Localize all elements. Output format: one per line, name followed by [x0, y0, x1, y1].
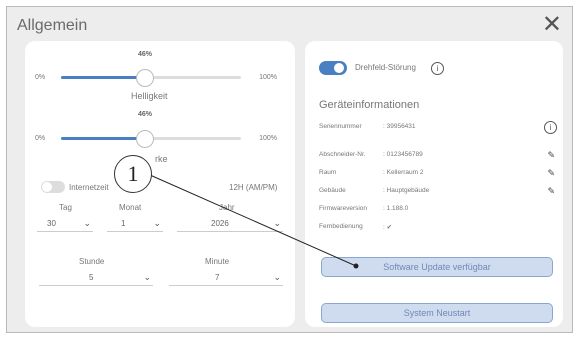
- general-settings-panel: 46% 0% 100% Helligkeit 46% 0% 100% rke I…: [25, 41, 295, 327]
- month-select[interactable]: 1 ⌄: [107, 218, 163, 232]
- info-row: Fernbedienung : ✔: [319, 223, 555, 235]
- volume-track[interactable]: [61, 130, 241, 148]
- volume-percent: 46%: [138, 111, 153, 118]
- hour-value: 5: [89, 273, 94, 282]
- chevron-down-icon: ⌄: [83, 218, 91, 228]
- hour-label: Stunde: [79, 257, 105, 266]
- time-format: 12H (AM/PM): [229, 183, 278, 192]
- minute-value: 7: [215, 273, 220, 282]
- internet-time-toggle[interactable]: [41, 181, 65, 193]
- info-icon[interactable]: i: [544, 121, 557, 134]
- brightness-min: 0%: [35, 74, 46, 81]
- volume-fill: [61, 137, 144, 140]
- year-label: Jahr: [219, 203, 235, 212]
- volume-min: 0%: [35, 135, 46, 142]
- chevron-down-icon: ⌄: [143, 272, 151, 282]
- info-icon[interactable]: i: [431, 62, 444, 75]
- info-value: : Hauptgebäude: [383, 187, 430, 194]
- volume-thumb[interactable]: [135, 130, 154, 148]
- device-info-title: Geräteinformationen: [319, 99, 420, 111]
- serial-value: : 39956431: [383, 123, 416, 130]
- month-label: Monat: [119, 203, 142, 212]
- rotary-field-label: Drehfeld-Störung: [355, 63, 416, 72]
- serial-key: Seriennummer: [319, 123, 362, 130]
- info-key: Firmwareversion: [319, 205, 368, 212]
- volume-label: rke: [155, 154, 168, 164]
- internet-time-label: Internetzeit: [69, 183, 109, 192]
- info-row: Raum : Kellerraum 2 ✎: [319, 168, 555, 181]
- info-row: Abschneider-Nr. : 0123456789 ✎: [319, 150, 555, 163]
- year-value: 2026: [211, 219, 229, 228]
- day-select[interactable]: 30 ⌄: [37, 218, 93, 232]
- device-panel: Drehfeld-Störung i Geräteinformationen S…: [305, 41, 563, 327]
- rotary-field-toggle[interactable]: [319, 61, 347, 75]
- volume-max: 100%: [259, 135, 277, 142]
- chevron-down-icon: ⌄: [273, 218, 281, 228]
- hour-select[interactable]: 5 ⌄: [39, 272, 153, 286]
- pencil-icon[interactable]: ✎: [547, 186, 555, 197]
- brightness-percent: 46%: [138, 51, 153, 58]
- info-key: Gebäude: [319, 187, 346, 194]
- pencil-icon[interactable]: ✎: [547, 150, 555, 161]
- dialog-title: Allgemein: [17, 17, 88, 34]
- day-label: Tag: [59, 203, 72, 212]
- software-update-button[interactable]: Software Update verfügbar: [321, 257, 553, 277]
- info-row: Firmwareversion : 1.188.0: [319, 205, 555, 217]
- info-key: Raum: [319, 169, 337, 176]
- settings-dialog: Allgemein ✕ 46% 0% 100% Helligkeit 46% 0…: [6, 6, 573, 333]
- callout-marker: 1: [114, 155, 152, 193]
- chevron-down-icon: ⌄: [153, 218, 161, 228]
- info-key: Fernbedienung: [319, 223, 363, 230]
- info-value: : ✔: [383, 224, 393, 231]
- chevron-down-icon: ⌄: [273, 272, 281, 282]
- info-value: : 0123456789: [383, 151, 423, 158]
- year-select[interactable]: 2026 ⌄: [177, 218, 283, 232]
- system-restart-button[interactable]: System Neustart: [321, 303, 553, 323]
- brightness-track[interactable]: [61, 69, 241, 87]
- brightness-thumb[interactable]: [135, 69, 154, 87]
- minute-label: Minute: [205, 257, 230, 266]
- toggle-knob: [334, 63, 344, 73]
- minute-select[interactable]: 7 ⌄: [169, 272, 283, 286]
- brightness-fill: [61, 76, 144, 79]
- info-row: Gebäude : Hauptgebäude ✎: [319, 186, 555, 199]
- volume-slider[interactable]: 0% 100%: [35, 130, 285, 155]
- brightness-label: Helligkeit: [131, 91, 168, 101]
- serial-row: Seriennummer : 39956431 i: [319, 121, 557, 135]
- month-value: 1: [121, 219, 126, 228]
- day-value: 30: [47, 219, 56, 228]
- info-key: Abschneider-Nr.: [319, 151, 366, 158]
- toggle-knob: [42, 182, 52, 192]
- info-value: : Kellerraum 2: [383, 169, 424, 176]
- brightness-max: 100%: [259, 74, 277, 81]
- info-value: : 1.188.0: [383, 205, 409, 212]
- pencil-icon[interactable]: ✎: [547, 168, 555, 179]
- close-icon[interactable]: ✕: [542, 11, 562, 39]
